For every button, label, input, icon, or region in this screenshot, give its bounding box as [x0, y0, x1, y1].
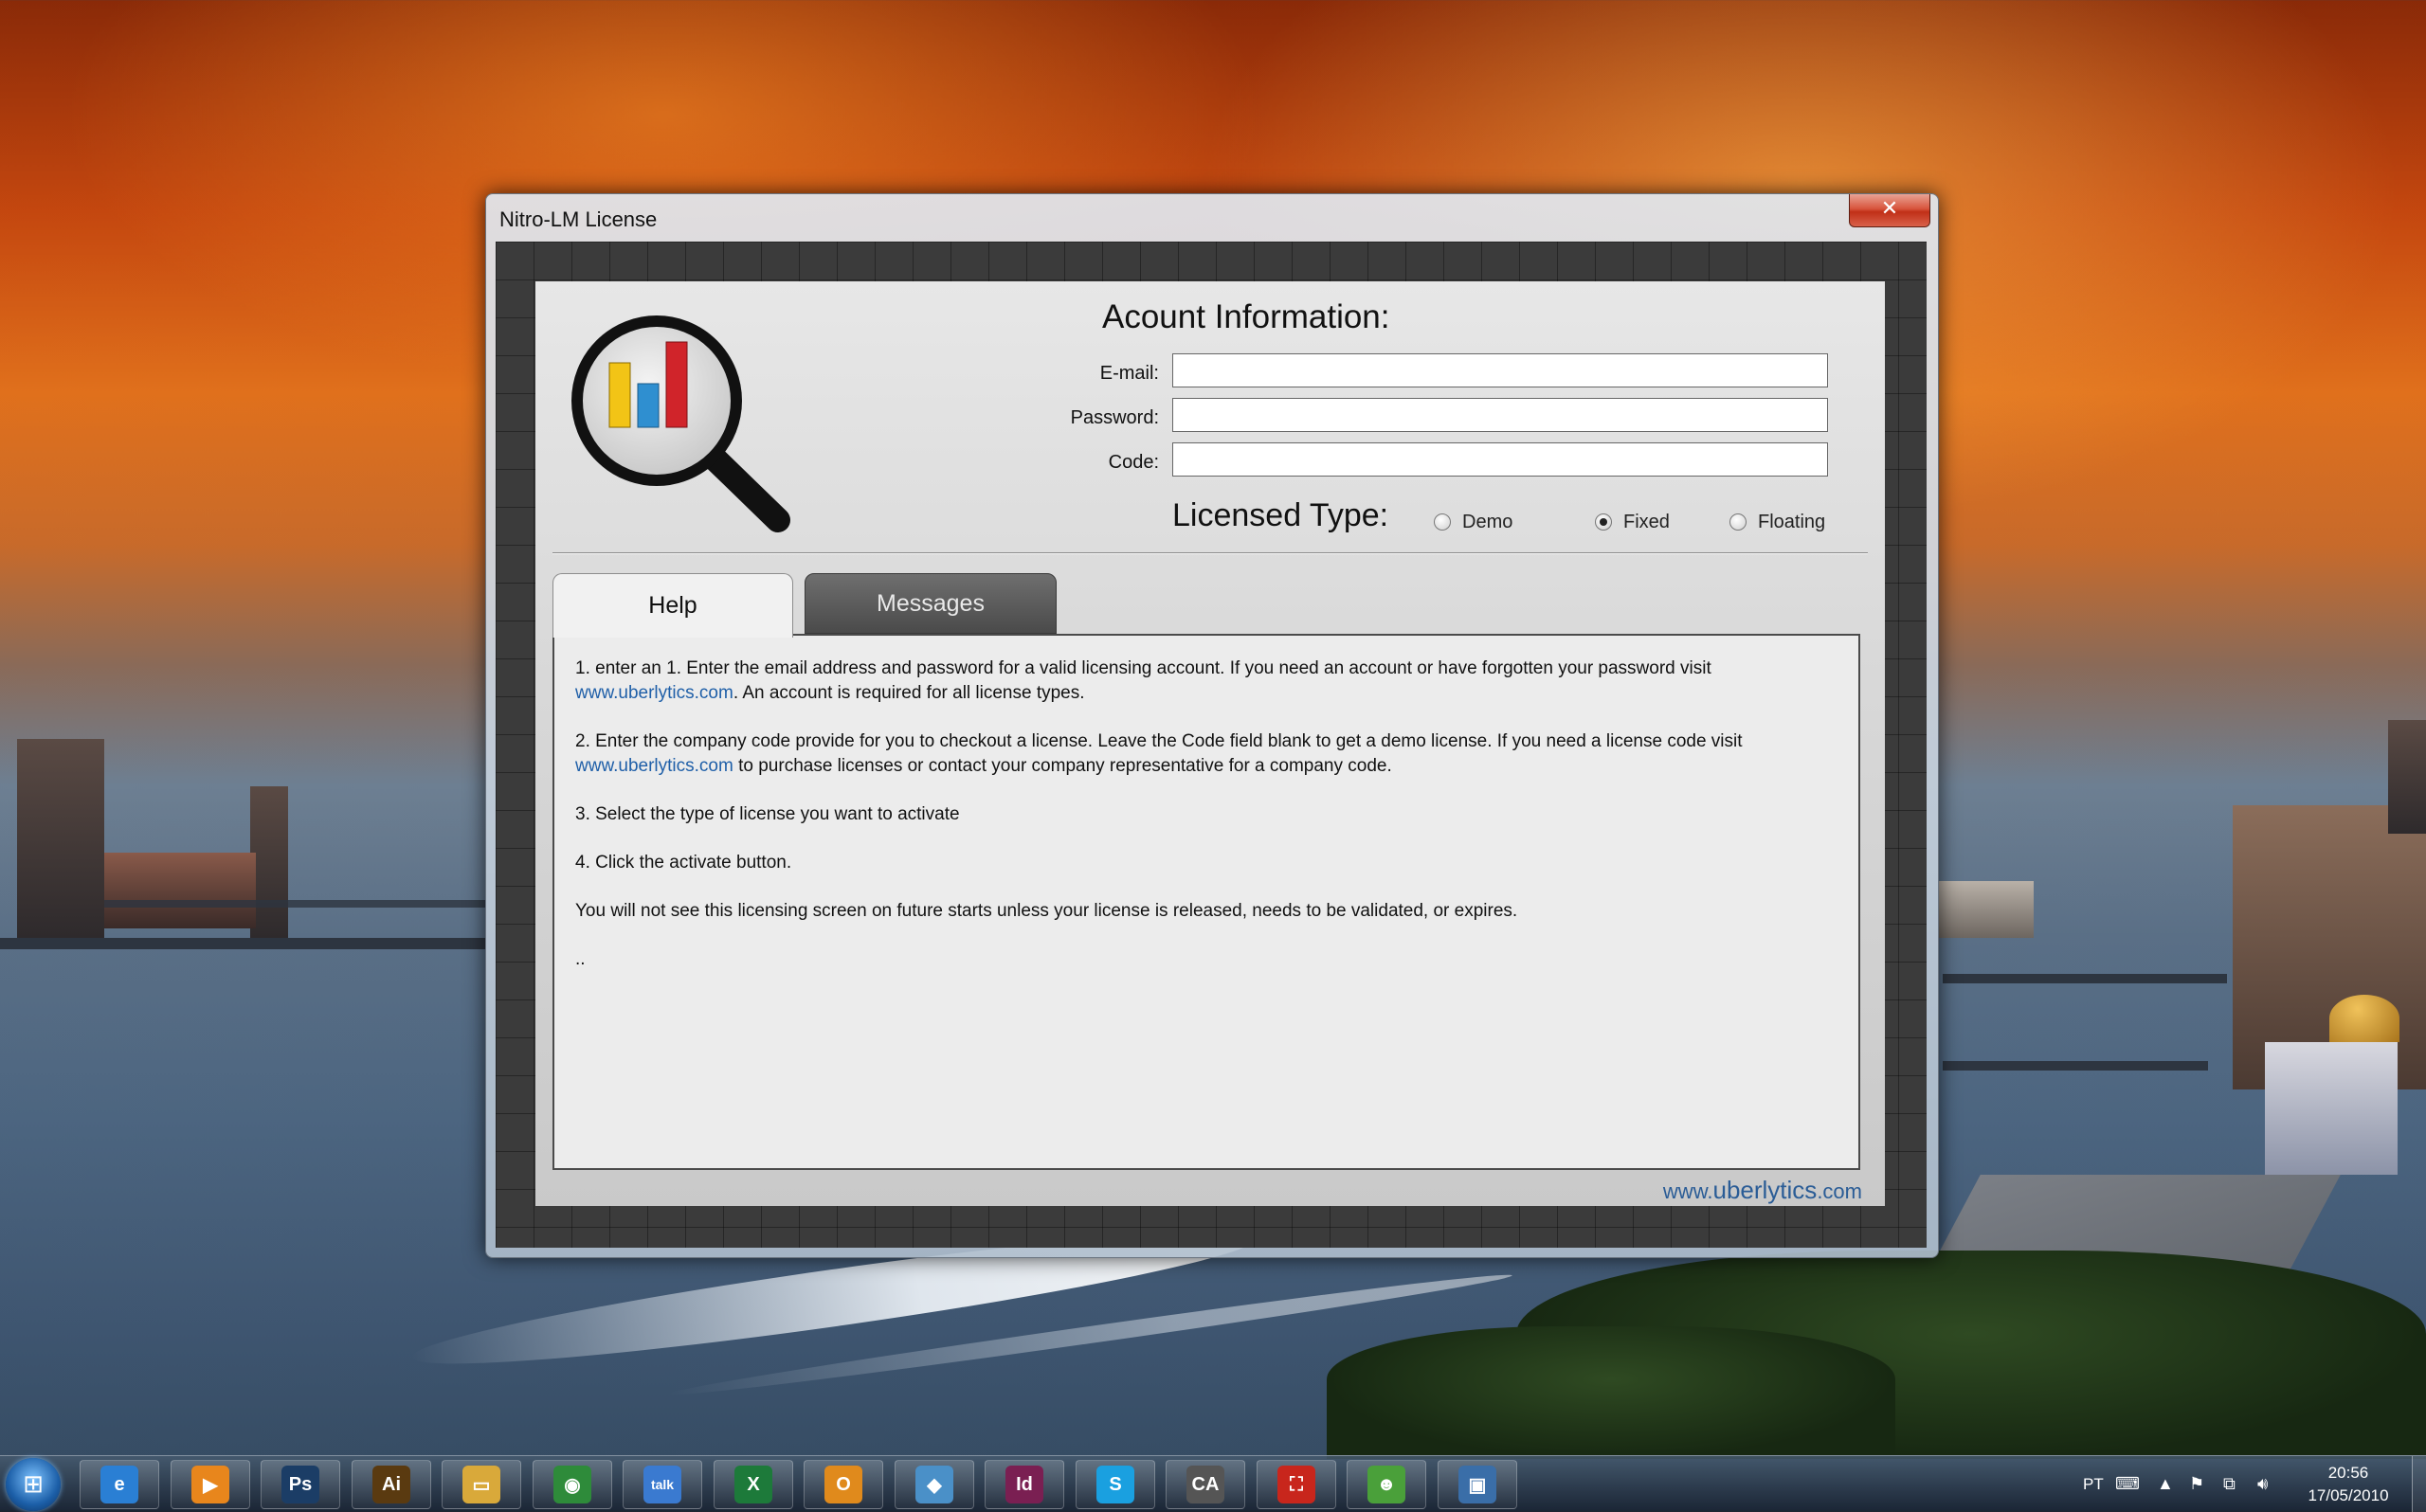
password-field[interactable]	[1172, 398, 1828, 432]
taskbar-app-messenger[interactable]: ☻	[1347, 1460, 1426, 1509]
help-ellipsis: ..	[575, 949, 586, 969]
window-client-area: Acount Information: E-mail: Password: Co…	[496, 242, 1927, 1248]
taskbar-app-notebook[interactable]: ◆	[895, 1460, 974, 1509]
clock[interactable]: 20:56 17/05/2010	[2291, 1462, 2405, 1507]
internet-explorer-icon: e	[100, 1466, 138, 1503]
uberlytics-link[interactable]: www.uberlytics.com	[575, 683, 733, 703]
window-title: Nitro-LM License	[499, 207, 658, 231]
chrome-icon: ◉	[553, 1466, 591, 1503]
outlook-icon: O	[824, 1466, 862, 1503]
code-field[interactable]	[1172, 442, 1828, 477]
taskbar-app-illustrator[interactable]: Ai	[352, 1460, 431, 1509]
radio-fixed[interactable]: Fixed	[1595, 509, 1670, 535]
analytics-logo-icon	[571, 315, 790, 532]
indesign-icon: Id	[1005, 1466, 1043, 1503]
close-button[interactable]: ✕	[1849, 194, 1930, 227]
remote-desktop-icon: ▣	[1458, 1466, 1496, 1503]
radio-demo-label: Demo	[1462, 511, 1513, 532]
radio-floating-indicator	[1729, 513, 1747, 531]
taskbar-app-ca-app[interactable]: CA	[1166, 1460, 1245, 1509]
radio-demo[interactable]: Demo	[1434, 509, 1512, 535]
messenger-icon: ☻	[1367, 1466, 1405, 1503]
taskbar-app-outlook[interactable]: O	[804, 1460, 883, 1509]
code-label: Code:	[1108, 452, 1159, 473]
radio-floating-label: Floating	[1758, 511, 1826, 532]
windows-logo-icon: ⊞	[23, 1470, 44, 1499]
taskbar-app-photoshop[interactable]: Ps	[261, 1460, 340, 1509]
radio-floating[interactable]: Floating	[1729, 509, 1825, 535]
email-label: E-mail:	[1099, 363, 1159, 384]
google-talk-icon: talk	[643, 1466, 681, 1503]
taskbar-app-internet-explorer[interactable]: e	[80, 1460, 159, 1509]
license-window: Nitro-LM License ✕ Acount Information: E…	[485, 193, 1939, 1258]
show-hidden-icons-icon[interactable]: ▲	[2157, 1456, 2174, 1512]
uberlytics-link[interactable]: www.uberlytics.com	[575, 756, 733, 776]
radio-demo-indicator	[1434, 513, 1451, 531]
volume-icon[interactable]: 🔊︎	[2257, 1456, 2268, 1512]
help-step-1: 1. enter an 1. Enter the email address a…	[575, 658, 1711, 703]
radio-fixed-label: Fixed	[1623, 511, 1670, 532]
close-icon: ✕	[1880, 197, 1899, 221]
tab-messages[interactable]: Messages	[805, 573, 1057, 634]
acrobat-icon: ⛶	[1277, 1466, 1315, 1503]
network-icon[interactable]: ⧉	[2223, 1456, 2236, 1512]
tab-help[interactable]: Help	[552, 573, 793, 638]
keyboard-icon[interactable]: ⌨	[2115, 1456, 2140, 1512]
taskbar-app-indesign[interactable]: Id	[985, 1460, 1064, 1509]
taskbar-app-skype[interactable]: S	[1076, 1460, 1155, 1509]
license-panel: Acount Information: E-mail: Password: Co…	[535, 281, 1885, 1206]
illustrator-icon: Ai	[372, 1466, 410, 1503]
taskbar-app-remote-desktop[interactable]: ▣	[1438, 1460, 1517, 1509]
taskbar-app-chrome[interactable]: ◉	[533, 1460, 612, 1509]
help-content: 1. enter an 1. Enter the email address a…	[552, 634, 1860, 1170]
show-desktop-button[interactable]	[2412, 1456, 2426, 1512]
notebook-icon: ◆	[915, 1466, 953, 1503]
clock-date: 17/05/2010	[2308, 1486, 2389, 1504]
email-field[interactable]	[1172, 353, 1828, 387]
taskbar-app-media-player[interactable]: ▶	[171, 1460, 250, 1509]
taskbar-app-file-explorer[interactable]: ▭	[442, 1460, 521, 1509]
excel-icon: X	[734, 1466, 772, 1503]
password-label: Password:	[1070, 407, 1159, 428]
help-step-3: 3. Select the type of license you want t…	[575, 804, 960, 824]
help-step-2: 2. Enter the company code provide for yo…	[575, 731, 1743, 776]
divider	[552, 552, 1868, 554]
start-button[interactable]: ⊞	[6, 1458, 61, 1511]
action-center-flag-icon[interactable]: ⚑	[2189, 1456, 2204, 1512]
help-step-4: 4. Click the activate button.	[575, 853, 792, 873]
file-explorer-icon: ▭	[462, 1466, 500, 1503]
account-info-heading: Acount Information:	[1102, 298, 1390, 335]
photoshop-icon: Ps	[281, 1466, 319, 1503]
skype-icon: S	[1096, 1466, 1134, 1503]
taskbar: ⊞ e ▶ Ps Ai ▭ ◉ talk X O ◆ Id S CA ⛶ ☻ ▣ PT ⌨ ▲ ⚑ ⧉ 🔊︎ …	[0, 1455, 2426, 1512]
taskbar-app-acrobat[interactable]: ⛶	[1257, 1460, 1336, 1509]
licensed-type-label: Licensed Type:	[1172, 497, 1389, 533]
footer-website-link[interactable]: www.uberlytics.com	[1663, 1176, 1862, 1205]
title-bar[interactable]: Nitro-LM License ✕	[486, 194, 1938, 242]
media-player-icon: ▶	[191, 1466, 229, 1503]
radio-fixed-indicator	[1595, 513, 1612, 531]
help-note: You will not see this licensing screen o…	[575, 901, 1518, 921]
taskbar-app-excel[interactable]: X	[714, 1460, 793, 1509]
ca-app-icon: CA	[1186, 1466, 1224, 1503]
taskbar-app-google-talk[interactable]: talk	[623, 1460, 702, 1509]
language-indicator[interactable]: PT	[2083, 1456, 2104, 1512]
clock-time: 20:56	[2327, 1464, 2369, 1482]
